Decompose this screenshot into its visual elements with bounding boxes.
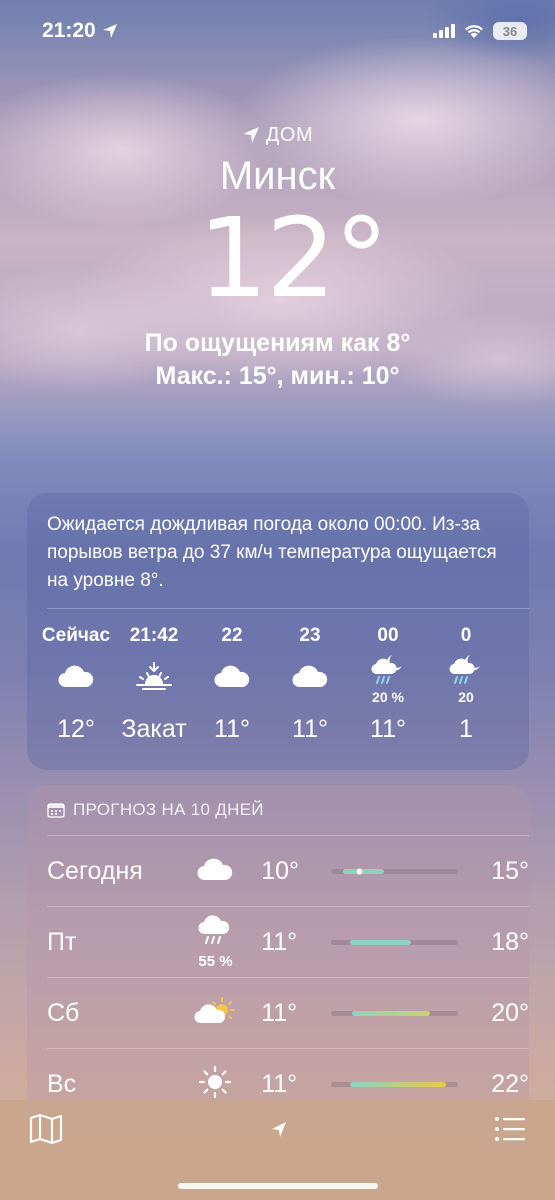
day-name: Пт: [47, 927, 77, 956]
current-temperature: 12°: [198, 194, 389, 322]
daily-forecast-card[interactable]: ПРОГНОЗ НА 10 ДНЕЙ Сегодня 10° 15° Пт 55 % 11…: [27, 785, 529, 1125]
battery-level: 36: [502, 23, 518, 39]
hour-label: 0: [460, 625, 472, 646]
hour-label: Сейчас: [41, 625, 111, 646]
rain-icon: [197, 914, 233, 953]
status-indicators: 36: [433, 22, 527, 40]
hour-icon-wrap: 20 %: [349, 652, 427, 705]
day-name: Вс: [47, 1069, 77, 1098]
hour-label: 22: [221, 625, 243, 646]
hour-icon-wrap: [115, 653, 193, 703]
day-min-temp: 11°: [261, 998, 298, 1027]
daily-row[interactable]: Пт 55 % 11° 18°: [47, 906, 529, 977]
sun-icon: [198, 1065, 232, 1104]
location-label: ДОМ: [0, 120, 555, 150]
current-location-icon[interactable]: [270, 1112, 288, 1146]
temperature-range-bar: [330, 939, 458, 945]
wifi-icon: [465, 25, 483, 38]
day-min-temp: 11°: [261, 927, 298, 956]
hourly-item: 00 20 % 11°: [349, 625, 427, 769]
temperature-range-bar: [330, 867, 458, 875]
day-icon-wrap: [186, 856, 245, 887]
battery-icon: 36: [493, 22, 527, 40]
hourly-forecast-card[interactable]: Ожидается дождливая погода около 00:00. …: [27, 493, 529, 770]
hourly-item: 23 11°: [271, 625, 349, 769]
location-arrow-icon: [242, 127, 259, 143]
hour-temperature: 11°: [370, 715, 406, 743]
location-arrow-icon: [102, 24, 117, 38]
daily-row[interactable]: Сегодня 10° 15°: [47, 835, 529, 906]
day-name: Сб: [47, 998, 80, 1027]
weather-summary: Ожидается дождливая погода около 00:00. …: [47, 514, 497, 591]
day-min-temp: 11°: [261, 1069, 298, 1098]
hour-icon-wrap: [193, 653, 271, 703]
hour-icon-wrap: [37, 653, 115, 703]
temperature-range-fill: [349, 1081, 447, 1087]
daily-forecast-header: ПРОГНОЗ НА 10 ДНЕЙ: [27, 785, 529, 835]
hourly-item: 22 11°: [193, 625, 271, 769]
sunset-icon: [134, 661, 174, 696]
precipitation-chance: 55 %: [198, 953, 233, 970]
high-low-range: Макс.: 15°, мин.: 10°: [155, 362, 400, 390]
current-temp-dot: [356, 867, 364, 875]
hour-icon-wrap: [271, 653, 349, 703]
map-icon[interactable]: [28, 1112, 64, 1146]
calendar-icon: [47, 803, 65, 818]
precipitation-chance: 20 %: [372, 688, 404, 705]
moon-rain-icon: [448, 652, 484, 691]
hour-label: 21:42: [129, 625, 179, 646]
list-icon[interactable]: [493, 1112, 527, 1146]
temperature-range-bar: [330, 1081, 458, 1087]
current-weather: ДОМ Минск 12° По ощущениям как 8° Макс.:…: [0, 120, 555, 391]
hour-temperature: 11°: [292, 715, 328, 743]
status-bar: 21:20 36: [0, 0, 555, 62]
day-icon-wrap: [186, 1065, 245, 1104]
cloud-icon: [291, 663, 329, 694]
location-label-text: ДОМ: [265, 123, 314, 146]
home-indicator: [178, 1183, 378, 1189]
city-name: Минск: [219, 154, 336, 198]
hour-temperature: 11°: [214, 715, 250, 743]
feels-like: По ощущениям как 8°: [144, 329, 411, 357]
cloud-icon: [57, 663, 95, 694]
hourly-list[interactable]: Сейчас 12° 21:42 Закат 22 11° 23 11° 00 20 % 11° 0 2…: [27, 609, 529, 769]
cellular-signal-icon: [433, 24, 455, 38]
day-max-temp: 20°: [491, 998, 530, 1027]
cloud-icon: [213, 663, 251, 694]
hour-temperature: Закат: [121, 715, 187, 743]
day-icon-wrap: 55 %: [186, 914, 245, 970]
day-name: Сегодня: [47, 856, 143, 885]
partly-sunny-icon: [194, 996, 236, 1031]
precipitation-chance: 20: [458, 688, 474, 705]
day-min-temp: 10°: [261, 856, 300, 885]
daily-forecast-title: ПРОГНОЗ НА 10 ДНЕЙ: [73, 800, 264, 819]
hour-temperature: 12°: [57, 715, 95, 743]
day-icon-wrap: [186, 996, 245, 1031]
hour-label: 00: [377, 625, 399, 646]
temperature-range-fill: [343, 868, 384, 874]
temperature-range-fill: [349, 939, 411, 945]
day-max-temp: 22°: [491, 1069, 530, 1098]
temperature-range-bar: [330, 1010, 458, 1016]
hour-temperature: 1: [459, 715, 473, 743]
day-max-temp: 18°: [491, 927, 530, 956]
hourly-item: Сейчас 12°: [37, 625, 115, 769]
hour-label: 23: [299, 625, 321, 646]
hourly-item: 0 20 1: [427, 625, 505, 769]
hourly-item: 21:42 Закат: [115, 625, 193, 769]
day-max-temp: 15°: [491, 856, 530, 885]
status-time: 21:20: [42, 19, 96, 42]
moon-rain-icon: [370, 652, 406, 691]
hour-icon-wrap: 20: [427, 652, 505, 705]
daily-list: Сегодня 10° 15° Пт 55 % 11° 18° Сб 11° 20° Вс 11° 22…: [27, 835, 529, 1119]
daily-row[interactable]: Сб 11° 20°: [47, 977, 529, 1048]
status-time-group: 21:20: [42, 19, 118, 43]
cloud-icon: [196, 856, 234, 887]
temperature-range-fill: [352, 1010, 430, 1016]
